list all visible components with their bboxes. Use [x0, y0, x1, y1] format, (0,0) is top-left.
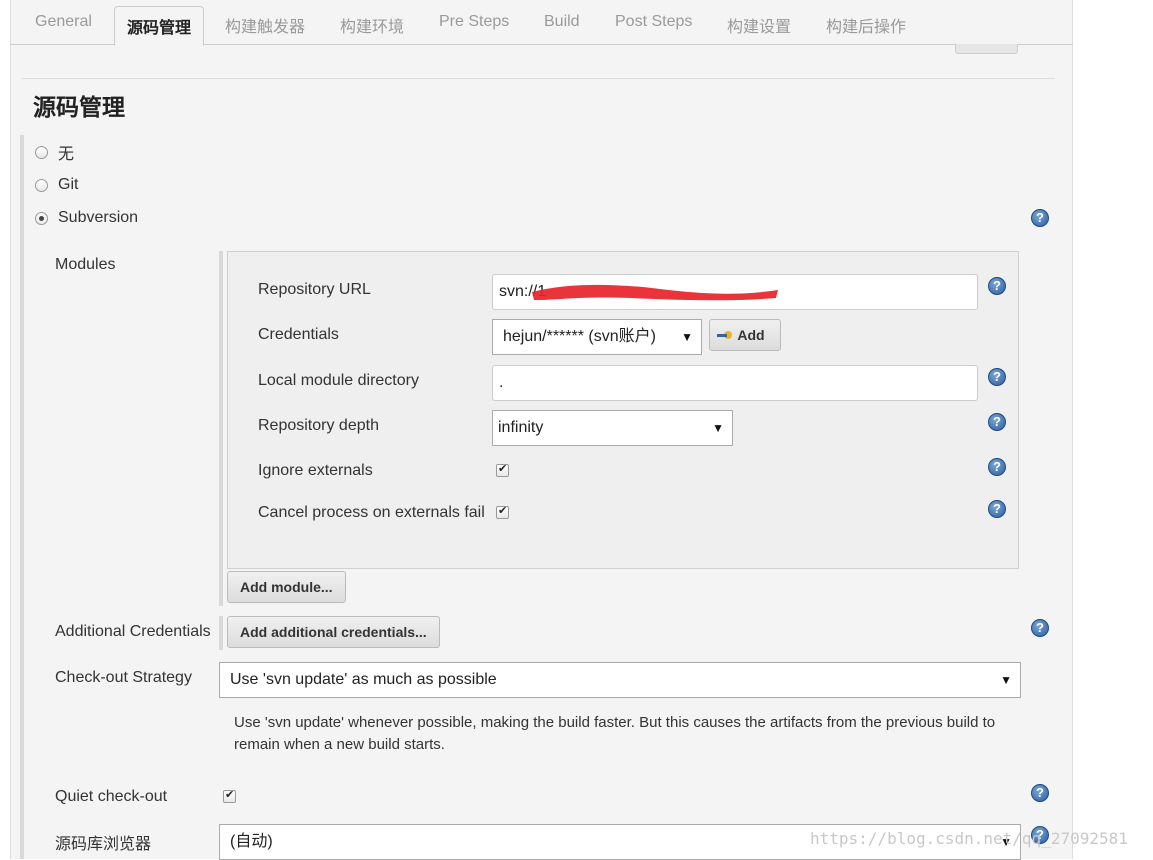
credentials-value: hejun/****** (svn账户): [503, 328, 656, 345]
section-divider: [22, 78, 1055, 79]
tab-build-triggers[interactable]: 构建触发器: [225, 13, 305, 37]
scm-option-subversion[interactable]: Subversion: [35, 208, 138, 228]
tab-build-settings[interactable]: 构建设置: [727, 13, 791, 37]
modules-indent-bar: [219, 251, 223, 606]
help-icon[interactable]: ?: [988, 458, 1006, 476]
additional-credentials-label: Additional Credentials: [55, 623, 211, 640]
local-module-label: Local module directory: [258, 372, 419, 389]
modules-label: Modules: [55, 256, 116, 273]
checkout-strategy-select[interactable]: Use 'svn update' as much as possible ▼: [219, 662, 1021, 698]
scm-option-label: Git: [58, 176, 79, 193]
scm-option-label: 无: [58, 146, 75, 163]
credentials-label: Credentials: [258, 326, 339, 343]
help-icon[interactable]: ?: [1031, 209, 1049, 227]
cancel-externals-checkbox[interactable]: [496, 504, 509, 519]
repository-depth-label: Repository depth: [258, 417, 379, 434]
help-icon[interactable]: ?: [988, 368, 1006, 386]
ignore-externals-checkbox[interactable]: [496, 462, 509, 477]
radio-none[interactable]: [35, 145, 48, 159]
credentials-select[interactable]: hejun/****** (svn账户) ▼: [492, 319, 702, 355]
help-icon[interactable]: ?: [1031, 784, 1049, 802]
dropdown-arrow-icon: ▼: [681, 330, 693, 344]
tab-build[interactable]: Build: [544, 13, 580, 31]
add-button-label: Add: [737, 327, 765, 343]
checkout-strategy-value: Use 'svn update' as much as possible: [230, 671, 497, 688]
section-indent-bar: [20, 135, 24, 859]
dropdown-arrow-icon: ▼: [712, 421, 724, 435]
watermark: https://blog.csdn.net/qq_27092581: [810, 829, 1128, 848]
section-title: 源码管理: [33, 94, 125, 120]
quiet-checkout-label: Quiet check-out: [55, 788, 168, 805]
dropdown-arrow-icon: ▼: [1000, 673, 1012, 687]
help-icon[interactable]: ?: [988, 413, 1006, 431]
radio-subversion[interactable]: [35, 211, 48, 225]
add-additional-credentials-button[interactable]: Add additional credentials...: [227, 616, 440, 648]
repository-depth-select[interactable]: infinity ▼: [492, 410, 733, 446]
credentials-indent-bar: [219, 616, 223, 650]
ignore-externals-label: Ignore externals: [258, 462, 373, 479]
add-module-button[interactable]: Add module...: [227, 571, 346, 603]
repository-url-label: Repository URL: [258, 281, 371, 298]
tab-pre-steps[interactable]: Pre Steps: [439, 13, 509, 31]
local-module-input[interactable]: .: [492, 365, 978, 401]
key-icon: [717, 331, 732, 339]
repo-browser-value: (自动): [230, 833, 273, 850]
help-icon[interactable]: ?: [988, 500, 1006, 518]
tab-general[interactable]: General: [35, 13, 92, 31]
tab-build-environment[interactable]: 构建环境: [340, 13, 404, 37]
repo-browser-label: 源码库浏览器: [55, 836, 152, 853]
add-credentials-button[interactable]: Add: [709, 319, 781, 351]
tab-source-management[interactable]: 源码管理: [114, 6, 205, 46]
checkout-strategy-description: Use 'svn update' whenever possible, maki…: [234, 714, 996, 753]
cancel-externals-label: Cancel process on externals fail: [258, 504, 485, 521]
checkout-strategy-label: Check-out Strategy: [55, 669, 192, 686]
repository-depth-value: infinity: [498, 419, 544, 436]
hidden-button-stub[interactable]: [955, 44, 1018, 54]
quiet-checkout-checkbox[interactable]: [223, 788, 236, 803]
scm-option-none[interactable]: 无: [35, 142, 75, 163]
tab-post-steps[interactable]: Post Steps: [615, 13, 692, 31]
radio-git[interactable]: [35, 178, 48, 192]
tab-post-build-actions[interactable]: 构建后操作: [826, 13, 906, 37]
help-icon[interactable]: ?: [988, 277, 1006, 295]
redaction-mark: [532, 284, 778, 301]
help-icon[interactable]: ?: [1031, 619, 1049, 637]
scm-option-label: Subversion: [58, 209, 139, 226]
scm-option-git[interactable]: Git: [35, 175, 78, 195]
